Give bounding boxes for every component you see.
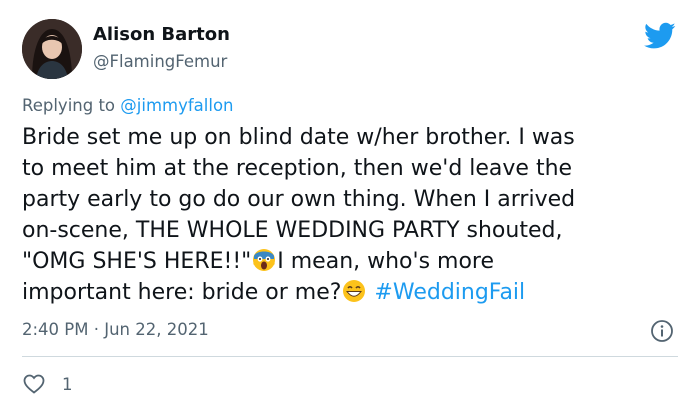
tweet-text-segment: "OMG SHE'S HERE!!" (22, 249, 252, 274)
info-icon[interactable] (650, 319, 674, 343)
like-button[interactable]: 1 (22, 372, 73, 396)
tweet-line: to meet him at the reception, then we'd … (22, 156, 573, 181)
twitter-bird-icon[interactable] (644, 22, 676, 50)
tweet-timestamp[interactable]: 2:40 PM · Jun 22, 2021 (22, 320, 209, 339)
tweet-card: Alison Barton @FlamingFemur Replying to … (0, 0, 700, 414)
tweet-line: party early to go do our own thing. When… (22, 187, 576, 212)
tweet-text: Bride set me up on blind date w/her brot… (22, 122, 687, 308)
tweet-line: Bride set me up on blind date w/her brot… (22, 125, 575, 150)
grinning-face-emoji (343, 280, 366, 302)
avatar[interactable] (22, 19, 82, 79)
replying-prefix: Replying to (22, 96, 116, 115)
tweet-line: "OMG SHE'S HERE!!" I mean, who's more (22, 246, 687, 277)
heart-icon[interactable] (22, 372, 46, 396)
tweet-line: important here: bride or me? #WeddingFai… (22, 277, 687, 308)
hashtag-link[interactable]: #WeddingFail (374, 280, 525, 305)
author-handle[interactable]: @FlamingFemur (93, 52, 227, 71)
replying-to: Replying to @jimmyfallon (22, 96, 234, 115)
divider (22, 356, 678, 357)
tweet-text-segment: important here: bride or me? (22, 280, 342, 305)
screaming-face-emoji (253, 249, 276, 271)
tweet-line: on-scene, THE WHOLE WEDDING PARTY shoute… (22, 218, 563, 243)
author-name[interactable]: Alison Barton (93, 24, 230, 45)
like-count: 1 (62, 374, 73, 394)
reply-mention-link[interactable]: @jimmyfallon (120, 96, 233, 115)
tweet-text-segment: I mean, who's more (277, 249, 495, 274)
